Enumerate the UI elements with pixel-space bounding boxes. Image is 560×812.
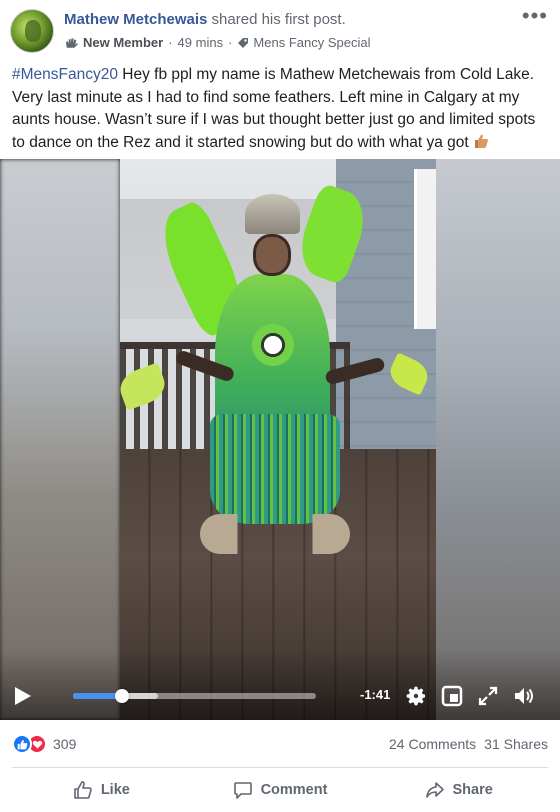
post-time[interactable]: 49 mins — [178, 35, 224, 50]
like-icon — [74, 781, 92, 799]
hashtag-link[interactable]: #MensFancy20 — [12, 66, 118, 83]
settings-gear-icon[interactable] — [404, 684, 428, 708]
medallion — [252, 324, 294, 366]
separator: · — [228, 35, 233, 50]
video-blur-left — [0, 159, 120, 720]
post-actions: Like Comment Share — [12, 770, 548, 810]
post-stats: 309 24 Comments 31 Shares — [12, 720, 548, 768]
comments-count[interactable]: 24 Comments — [389, 736, 476, 752]
video-player[interactable] — [0, 159, 560, 720]
comment-label: Comment — [260, 782, 328, 798]
separator: · — [168, 35, 173, 50]
share-icon — [425, 782, 444, 798]
progress-knob[interactable] — [114, 689, 129, 703]
time-remaining: -1:41 — [360, 687, 391, 702]
regalia-fringe — [210, 414, 340, 524]
video-blur-right — [436, 159, 560, 720]
more-options-button[interactable]: ••• — [522, 5, 548, 27]
comment-button[interactable]: Comment — [191, 770, 370, 810]
tag-icon — [238, 37, 249, 48]
dancer-head — [253, 234, 291, 276]
dancer-legs — [200, 514, 350, 554]
thumbs-up-emoji-icon — [474, 134, 489, 148]
post-meta: New Member · 49 mins · Mens Fancy Specia… — [64, 35, 370, 50]
reactions[interactable]: 309 — [12, 734, 76, 754]
post-action-text: shared his first post. — [211, 11, 346, 28]
comment-icon — [233, 782, 252, 799]
reaction-count[interactable]: 309 — [53, 736, 76, 752]
theater-mode-icon[interactable] — [440, 684, 464, 708]
fullscreen-icon[interactable] — [476, 684, 500, 708]
group-name[interactable]: Mens Fancy Special — [253, 35, 370, 50]
like-reaction-icon — [12, 734, 32, 754]
new-member-badge: New Member — [64, 35, 163, 50]
share-button[interactable]: Share — [369, 770, 548, 810]
video-controls: -1:41 — [0, 672, 560, 720]
post-card: Mathew Metchewais shared his first post.… — [0, 0, 560, 812]
play-icon[interactable] — [14, 686, 32, 706]
post-header: Mathew Metchewais shared his first post.… — [0, 0, 560, 60]
like-button[interactable]: Like — [12, 770, 191, 810]
wave-hand-icon — [65, 37, 79, 48]
badge-label: New Member — [83, 35, 164, 50]
avatar[interactable] — [10, 9, 54, 53]
author-name[interactable]: Mathew Metchewais — [64, 11, 207, 28]
shares-count[interactable]: 31 Shares — [484, 736, 548, 752]
video-frame[interactable] — [120, 159, 436, 720]
share-label: Share — [452, 782, 493, 798]
engagement-counts: 24 Comments 31 Shares — [389, 736, 548, 752]
progress-bar[interactable] — [73, 689, 316, 703]
window — [414, 169, 436, 329]
roach-headdress — [245, 194, 300, 234]
like-label: Like — [100, 782, 130, 798]
volume-icon[interactable] — [512, 684, 536, 708]
author-line: Mathew Metchewais shared his first post. — [64, 11, 346, 28]
post-text: #MensFancy20 Hey fb ppl my name is Mathe… — [12, 64, 552, 154]
